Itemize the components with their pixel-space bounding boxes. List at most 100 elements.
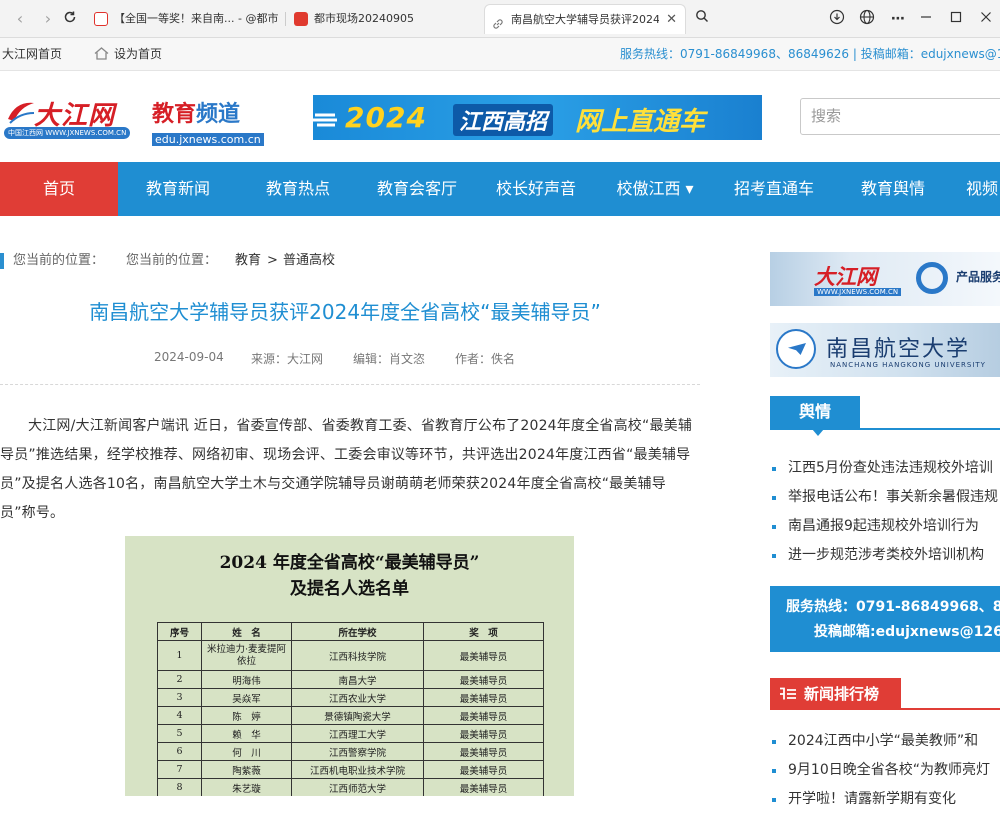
list-item[interactable]: 进一步规范涉考类校外培训机构 [770,541,1000,570]
ad-logo-text: 大江网 [814,264,877,289]
cell: 江西农业大学 [291,688,424,707]
browser-tab-2[interactable]: 都市现场20240905 [288,4,480,34]
ranking-title-label: 新闻排行榜 [804,685,880,703]
tab-label: 都市现场20240905 [314,12,414,25]
cell: 南昌大学 [291,670,424,689]
nav-item-guest-hall[interactable]: 教育会客厅 [358,162,476,216]
gaokao-banner[interactable]: 2024 江西高招 网上直通车 [313,95,762,140]
university-name: 南昌航空大学 [826,337,971,362]
list-item[interactable]: 江西5月份查处违法违规校外培训 [770,454,1000,483]
nav-item-jiangxi-schools[interactable]: 校傲江西 ▾ [596,162,714,216]
cell: 3 [157,688,202,707]
contact-box: 服务热线：0791-86849968、86849626 投稿邮箱:edujxne… [770,586,1000,652]
globe-icon[interactable] [857,9,877,29]
nav-item-admission[interactable]: 招考直通车 [714,162,834,216]
forward-icon[interactable]: › [38,9,58,29]
close-window-icon[interactable] [976,9,996,29]
article-author: 作者：佚名 [455,352,516,366]
award-table: 序号 姓 名 所在学校 奖 项 1 米拉迪力·麦麦提阿依拉 江西科技学院 最美辅导员 … [157,622,544,796]
cell: 最美辅导员 [423,742,544,761]
browser-tab-1[interactable]: 【全国一等奖！来自南... - @都市现 [88,4,278,34]
refresh-icon[interactable] [60,9,80,29]
breadcrumb-link-universities[interactable]: 普通高校 [283,250,335,272]
table-row: 2 明海伟 南昌大学 最美辅导员 [157,670,544,689]
cell: 7 [157,760,202,779]
table-row: 5赖 华江西理工大学 最美辅导员 [157,724,544,743]
nchu-ad[interactable]: 南昌航空大学 NANCHANG HANGKONG UNIVERSITY [770,323,1000,377]
link-icon [491,13,505,29]
cell: 江西科技学院 [291,640,424,671]
doc-heading: 2024 年度全省高校“最美辅导员” [219,553,480,573]
article-title: 南昌航空大学辅导员获评2024年度全省高校“最美辅导员” [89,300,601,324]
minimize-icon[interactable] [916,9,936,29]
cell: 1 [157,640,202,671]
nav-item-principal-voice[interactable]: 校长好声音 [476,162,596,216]
cell: 景德镇陶瓷大学 [291,706,424,725]
edu-logo-part-b: 频道 [196,102,241,127]
browser-chrome: ‹ › 【全国一等奖！来自南... - @都市现 都市现场20240905 南昌… [0,0,1000,38]
back-icon[interactable]: ‹ [10,9,30,29]
search-input[interactable]: 搜索 [800,98,1000,135]
nav-item-edu-hot[interactable]: 教育热点 [238,162,358,216]
article-editor: 编辑：肖文恣 [353,352,426,366]
contact-email: 投稿邮箱:edujxnews@126.com [814,624,1000,640]
cell: 2 [157,670,202,689]
table-row: 8 朱艺璇 江西师范大学 最美辅导员 [157,778,544,796]
cell: 吴焱军 [201,688,292,707]
search-placeholder: 搜索 [811,107,842,125]
list-item[interactable]: 南昌通报9起违规校外培训行为 [770,512,1000,541]
table-row: 6何 川江西警察学院 最美辅导员 [157,742,544,761]
breadcrumb-link-edu[interactable]: 教育 [235,250,261,272]
opinion-section-title[interactable]: 舆情 [770,396,860,436]
more-menu-icon[interactable]: ⋯ [888,9,908,29]
article-divider [0,384,700,385]
article-date: 2024-09-04 [154,350,224,364]
cell: 赖 华 [201,724,292,743]
hotline-text: 服务热线：0791-86849968、86849626 | 投稿邮箱：edujx… [620,47,1000,61]
maximize-icon[interactable] [946,9,966,29]
dajiang-product-ad[interactable]: 大江网 WWW.JXNEWS.COM.CN 产品服务 [770,252,1000,306]
edu-logo-url: edu.jxnews.com.cn [152,133,264,146]
table-row: 4陈 婷景德镇陶瓷大学 最美辅导员 [157,706,544,725]
search-tab-icon[interactable] [692,9,712,29]
edu-logo-part-a: 教育 [152,102,197,127]
download-icon[interactable] [827,9,847,29]
cell: 最美辅导员 [423,670,544,689]
cell: 最美辅导员 [423,760,544,779]
ranking-section-header: 新闻排行榜 [770,678,1000,710]
nav-item-video[interactable]: 视频 [952,162,1000,216]
tab-separator [285,12,286,26]
list-item[interactable]: 9月10日晚全省各校“为教师亮灯 [770,756,1000,785]
dajiang-logo[interactable]: 大江网 中国江西网 WWW.JXNEWS.COM.CN [4,95,140,141]
nav-item-home[interactable]: 首页 [0,162,118,216]
set-home-link[interactable]: 设为首页 [94,38,162,71]
browser-tab-3-active[interactable]: 南昌航空大学辅导员获评2024年 ✕ [484,4,686,34]
dushi-icon [294,12,308,26]
close-tab-icon[interactable]: ✕ [666,5,677,34]
ad-url-text: WWW.JXNEWS.COM.CN [814,288,902,296]
doc-subheading: 及提名人选名单 [290,579,409,599]
banner-year: 2024 [345,101,427,134]
house-icon [94,47,109,60]
nav-item-opinion[interactable]: 教育舆情 [834,162,952,216]
home-link[interactable]: 大江网首页 [2,38,62,71]
edu-channel-logo[interactable]: 教育频道 edu.jxnews.com.cn [152,96,270,146]
column-header: 奖 项 [423,622,544,641]
cell: 江西机电职业技术学院 [291,760,424,779]
list-item[interactable]: 开学啦！请露新学期有变化 [770,785,1000,814]
cell: 最美辅导员 [423,688,544,707]
banner-jx: 江西高招 [453,104,554,136]
breadcrumb-label-2: 您当前的位置： [126,253,218,268]
logo-subtext: 中国江西网 WWW.JXNEWS.COM.CN [4,127,131,139]
list-item[interactable]: 2024江西中小学“最美教师”和 [770,727,1000,756]
cell: 最美辅导员 [423,706,544,725]
nav-item-edu-news[interactable]: 教育新闻 [118,162,238,216]
table-row: 3 吴焱军 江西农业大学 最美辅导员 [157,688,544,707]
list-item[interactable]: 举报电话公布！事关新余暑假违规 [770,483,1000,512]
ranking-section-title[interactable]: 新闻排行榜 [770,678,901,710]
award-list-image: 2024 年度全省高校“最美辅导员” 及提名人选名单 序号 姓 名 所在学校 奖… [125,536,574,796]
banner-stripes-icon [313,113,337,127]
tab-label: 【全国一等奖！来自南... - @都市现 [114,12,278,25]
ad-product-text: 产品服务 [956,270,1000,284]
opinion-section-header: 舆情 [770,396,1000,436]
